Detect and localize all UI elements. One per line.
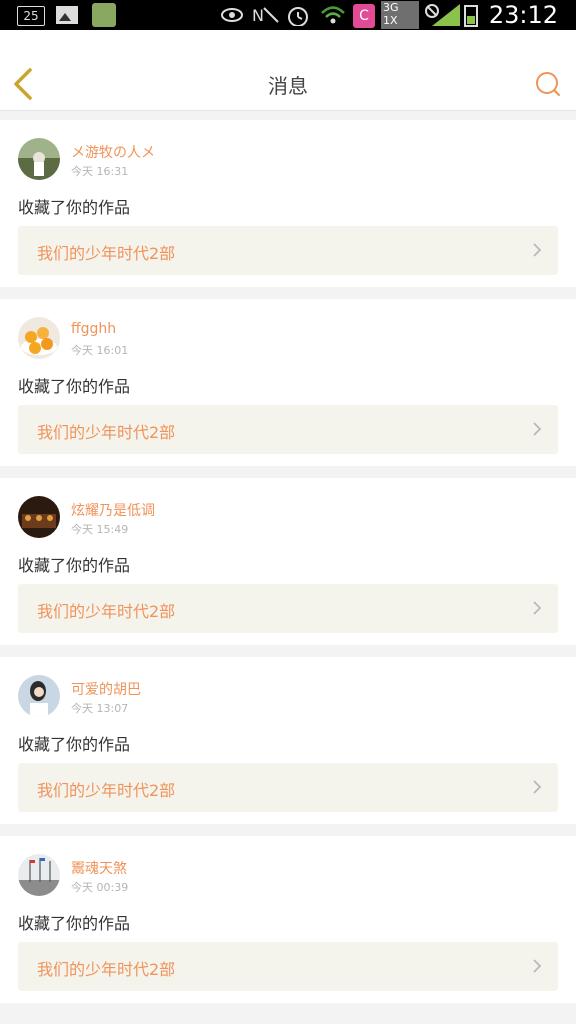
message-action: 收藏了你的作品 — [18, 198, 131, 217]
work-title: 我们的少年时代2部 — [37, 244, 176, 263]
user-name[interactable]: ffgghh — [71, 321, 116, 337]
top-nav-bar: 消息 — [0, 30, 576, 111]
battery-icon — [464, 5, 478, 27]
avatar[interactable] — [18, 138, 60, 180]
avatar-image — [18, 496, 60, 538]
message-time: 今天 00:39 — [71, 881, 129, 894]
work-title: 我们的少年时代2部 — [37, 602, 176, 621]
message-card: 可爱的胡巴 今天 13:07 收藏了你的作品 我们的少年时代2部 — [0, 657, 576, 824]
work-link[interactable]: 我们的少年时代2部 — [18, 763, 558, 812]
message-card: 鬻魂天煞 今天 00:39 收藏了你的作品 我们的少年时代2部 — [0, 836, 576, 1003]
app-icon — [92, 3, 116, 27]
work-link[interactable]: 我们的少年时代2部 — [18, 226, 558, 275]
avatar[interactable] — [18, 317, 60, 359]
app-c-icon: C — [353, 4, 375, 28]
avatar[interactable] — [18, 854, 60, 896]
work-title: 我们的少年时代2部 — [37, 781, 176, 800]
avatar-image — [18, 317, 60, 359]
chevron-right-icon — [533, 780, 542, 794]
chevron-right-icon — [533, 601, 542, 615]
notification-badge: 25 — [17, 6, 45, 26]
network-type-indicator: 3G 1X — [381, 1, 419, 29]
wifi-icon — [321, 6, 345, 24]
svg-text:N: N — [252, 6, 264, 25]
avatar[interactable] — [18, 496, 60, 538]
message-list: メ游牧の人メ 今天 16:31 收藏了你的作品 我们的少年时代2部 ffgghh… — [0, 120, 576, 1015]
search-button[interactable] — [534, 70, 562, 98]
signal-icon — [432, 4, 460, 26]
work-link[interactable]: 我们的少年时代2部 — [18, 584, 558, 633]
message-card: メ游牧の人メ 今天 16:31 收藏了你的作品 我们的少年时代2部 — [0, 120, 576, 287]
work-title: 我们的少年时代2部 — [37, 423, 176, 442]
clock: 23:12 — [488, 1, 558, 29]
avatar-image — [18, 675, 60, 717]
user-name[interactable]: メ游牧の人メ — [71, 142, 155, 162]
message-action: 收藏了你的作品 — [18, 914, 131, 933]
page-title: 消息 — [268, 74, 308, 98]
avatar-image — [18, 854, 60, 896]
network-1x-label: 1X — [383, 14, 398, 27]
message-time: 今天 13:07 — [71, 702, 129, 715]
alarm-icon — [288, 7, 308, 26]
chevron-right-icon — [533, 959, 542, 973]
status-bar: 25 N C 3G 1X 23:12 — [0, 0, 576, 30]
chevron-right-icon — [533, 243, 542, 257]
user-name[interactable]: 炫耀乃是低调 — [71, 500, 155, 520]
network-3g-label: 3G — [383, 1, 399, 14]
eye-icon — [221, 8, 243, 22]
message-card: 炫耀乃是低调 今天 15:49 收藏了你的作品 我们的少年时代2部 — [0, 478, 576, 645]
gallery-icon — [56, 6, 78, 24]
message-time: 今天 16:31 — [71, 165, 129, 178]
message-time: 今天 15:49 — [71, 523, 129, 536]
message-action: 收藏了你的作品 — [18, 377, 131, 396]
work-link[interactable]: 我们的少年时代2部 — [18, 942, 558, 991]
avatar[interactable] — [18, 675, 60, 717]
user-name[interactable]: 鬻魂天煞 — [71, 858, 127, 878]
message-time: 今天 16:01 — [71, 344, 129, 357]
work-link[interactable]: 我们的少年时代2部 — [18, 405, 558, 454]
message-action: 收藏了你的作品 — [18, 556, 131, 575]
work-title: 我们的少年时代2部 — [37, 960, 176, 979]
avatar-image — [18, 138, 60, 180]
chevron-right-icon — [533, 422, 542, 436]
message-card: ffgghh 今天 16:01 收藏了你的作品 我们的少年时代2部 — [0, 299, 576, 466]
message-action: 收藏了你的作品 — [18, 735, 131, 754]
nfc-icon: N — [252, 6, 279, 25]
user-name[interactable]: 可爱的胡巴 — [71, 679, 141, 699]
